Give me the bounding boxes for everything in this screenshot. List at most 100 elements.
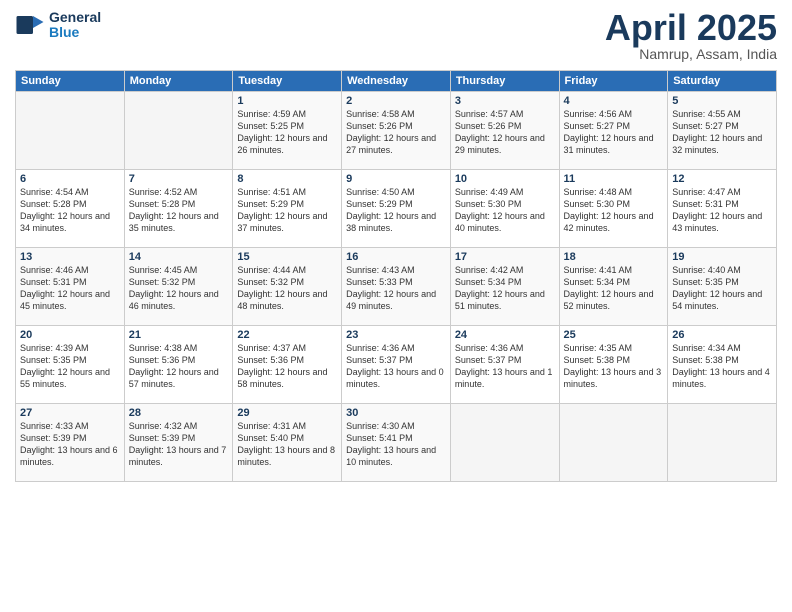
day-info: Sunrise: 4:59 AM Sunset: 5:25 PM Dayligh…	[237, 108, 337, 157]
day-number: 28	[129, 407, 229, 419]
logo: General Blue	[15, 10, 101, 41]
day-number: 14	[129, 251, 229, 263]
calendar-cell: 13Sunrise: 4:46 AM Sunset: 5:31 PM Dayli…	[16, 248, 125, 326]
logo-text: General Blue	[49, 10, 101, 41]
col-friday: Friday	[559, 71, 668, 92]
day-number: 18	[564, 251, 664, 263]
calendar-week-0: 1Sunrise: 4:59 AM Sunset: 5:25 PM Daylig…	[16, 92, 777, 170]
col-thursday: Thursday	[450, 71, 559, 92]
calendar-cell: 15Sunrise: 4:44 AM Sunset: 5:32 PM Dayli…	[233, 248, 342, 326]
day-info: Sunrise: 4:38 AM Sunset: 5:36 PM Dayligh…	[129, 342, 229, 391]
calendar-cell: 25Sunrise: 4:35 AM Sunset: 5:38 PM Dayli…	[559, 326, 668, 404]
calendar-cell: 7Sunrise: 4:52 AM Sunset: 5:28 PM Daylig…	[124, 170, 233, 248]
day-number: 24	[455, 329, 555, 341]
day-number: 30	[346, 407, 446, 419]
day-info: Sunrise: 4:35 AM Sunset: 5:38 PM Dayligh…	[564, 342, 664, 391]
day-info: Sunrise: 4:33 AM Sunset: 5:39 PM Dayligh…	[20, 420, 120, 469]
col-sunday: Sunday	[16, 71, 125, 92]
day-number: 29	[237, 407, 337, 419]
calendar-cell	[16, 92, 125, 170]
logo-icon	[15, 10, 45, 40]
day-number: 7	[129, 173, 229, 185]
day-number: 26	[672, 329, 772, 341]
calendar-cell: 5Sunrise: 4:55 AM Sunset: 5:27 PM Daylig…	[668, 92, 777, 170]
day-number: 3	[455, 95, 555, 107]
col-saturday: Saturday	[668, 71, 777, 92]
day-number: 8	[237, 173, 337, 185]
day-number: 5	[672, 95, 772, 107]
day-info: Sunrise: 4:37 AM Sunset: 5:36 PM Dayligh…	[237, 342, 337, 391]
day-info: Sunrise: 4:48 AM Sunset: 5:30 PM Dayligh…	[564, 186, 664, 235]
day-info: Sunrise: 4:58 AM Sunset: 5:26 PM Dayligh…	[346, 108, 446, 157]
calendar-cell: 9Sunrise: 4:50 AM Sunset: 5:29 PM Daylig…	[342, 170, 451, 248]
calendar-cell: 10Sunrise: 4:49 AM Sunset: 5:30 PM Dayli…	[450, 170, 559, 248]
calendar-week-1: 6Sunrise: 4:54 AM Sunset: 5:28 PM Daylig…	[16, 170, 777, 248]
day-info: Sunrise: 4:55 AM Sunset: 5:27 PM Dayligh…	[672, 108, 772, 157]
calendar-week-3: 20Sunrise: 4:39 AM Sunset: 5:35 PM Dayli…	[16, 326, 777, 404]
calendar-cell: 6Sunrise: 4:54 AM Sunset: 5:28 PM Daylig…	[16, 170, 125, 248]
day-info: Sunrise: 4:44 AM Sunset: 5:32 PM Dayligh…	[237, 264, 337, 313]
calendar-cell: 14Sunrise: 4:45 AM Sunset: 5:32 PM Dayli…	[124, 248, 233, 326]
calendar-cell: 16Sunrise: 4:43 AM Sunset: 5:33 PM Dayli…	[342, 248, 451, 326]
day-number: 10	[455, 173, 555, 185]
calendar-cell	[668, 404, 777, 482]
day-info: Sunrise: 4:39 AM Sunset: 5:35 PM Dayligh…	[20, 342, 120, 391]
day-number: 20	[20, 329, 120, 341]
col-wednesday: Wednesday	[342, 71, 451, 92]
header: General Blue April 2025 Namrup, Assam, I…	[15, 10, 777, 62]
calendar-cell: 4Sunrise: 4:56 AM Sunset: 5:27 PM Daylig…	[559, 92, 668, 170]
day-number: 9	[346, 173, 446, 185]
day-info: Sunrise: 4:36 AM Sunset: 5:37 PM Dayligh…	[346, 342, 446, 391]
day-number: 12	[672, 173, 772, 185]
calendar-cell: 27Sunrise: 4:33 AM Sunset: 5:39 PM Dayli…	[16, 404, 125, 482]
calendar-cell: 8Sunrise: 4:51 AM Sunset: 5:29 PM Daylig…	[233, 170, 342, 248]
col-tuesday: Tuesday	[233, 71, 342, 92]
calendar-cell: 21Sunrise: 4:38 AM Sunset: 5:36 PM Dayli…	[124, 326, 233, 404]
day-number: 22	[237, 329, 337, 341]
day-number: 4	[564, 95, 664, 107]
calendar-cell: 19Sunrise: 4:40 AM Sunset: 5:35 PM Dayli…	[668, 248, 777, 326]
day-info: Sunrise: 4:31 AM Sunset: 5:40 PM Dayligh…	[237, 420, 337, 469]
calendar-cell	[450, 404, 559, 482]
day-number: 2	[346, 95, 446, 107]
page-container: General Blue April 2025 Namrup, Assam, I…	[0, 0, 792, 612]
day-number: 16	[346, 251, 446, 263]
day-number: 23	[346, 329, 446, 341]
day-info: Sunrise: 4:54 AM Sunset: 5:28 PM Dayligh…	[20, 186, 120, 235]
day-info: Sunrise: 4:45 AM Sunset: 5:32 PM Dayligh…	[129, 264, 229, 313]
location: Namrup, Assam, India	[605, 46, 777, 62]
calendar-cell: 11Sunrise: 4:48 AM Sunset: 5:30 PM Dayli…	[559, 170, 668, 248]
col-monday: Monday	[124, 71, 233, 92]
day-info: Sunrise: 4:50 AM Sunset: 5:29 PM Dayligh…	[346, 186, 446, 235]
calendar-cell: 18Sunrise: 4:41 AM Sunset: 5:34 PM Dayli…	[559, 248, 668, 326]
day-info: Sunrise: 4:52 AM Sunset: 5:28 PM Dayligh…	[129, 186, 229, 235]
calendar-cell: 22Sunrise: 4:37 AM Sunset: 5:36 PM Dayli…	[233, 326, 342, 404]
day-number: 25	[564, 329, 664, 341]
calendar-cell: 29Sunrise: 4:31 AM Sunset: 5:40 PM Dayli…	[233, 404, 342, 482]
day-info: Sunrise: 4:30 AM Sunset: 5:41 PM Dayligh…	[346, 420, 446, 469]
title-block: April 2025 Namrup, Assam, India	[605, 10, 777, 62]
calendar-cell	[124, 92, 233, 170]
calendar-cell: 30Sunrise: 4:30 AM Sunset: 5:41 PM Dayli…	[342, 404, 451, 482]
calendar-cell: 1Sunrise: 4:59 AM Sunset: 5:25 PM Daylig…	[233, 92, 342, 170]
day-info: Sunrise: 4:43 AM Sunset: 5:33 PM Dayligh…	[346, 264, 446, 313]
calendar-cell: 17Sunrise: 4:42 AM Sunset: 5:34 PM Dayli…	[450, 248, 559, 326]
calendar-header-row: Sunday Monday Tuesday Wednesday Thursday…	[16, 71, 777, 92]
day-info: Sunrise: 4:36 AM Sunset: 5:37 PM Dayligh…	[455, 342, 555, 391]
day-info: Sunrise: 4:56 AM Sunset: 5:27 PM Dayligh…	[564, 108, 664, 157]
logo-blue: Blue	[49, 25, 101, 40]
calendar-cell: 12Sunrise: 4:47 AM Sunset: 5:31 PM Dayli…	[668, 170, 777, 248]
day-number: 17	[455, 251, 555, 263]
calendar-cell: 20Sunrise: 4:39 AM Sunset: 5:35 PM Dayli…	[16, 326, 125, 404]
calendar-cell: 2Sunrise: 4:58 AM Sunset: 5:26 PM Daylig…	[342, 92, 451, 170]
calendar-cell: 26Sunrise: 4:34 AM Sunset: 5:38 PM Dayli…	[668, 326, 777, 404]
day-number: 19	[672, 251, 772, 263]
day-number: 6	[20, 173, 120, 185]
day-info: Sunrise: 4:34 AM Sunset: 5:38 PM Dayligh…	[672, 342, 772, 391]
day-info: Sunrise: 4:57 AM Sunset: 5:26 PM Dayligh…	[455, 108, 555, 157]
calendar-cell: 28Sunrise: 4:32 AM Sunset: 5:39 PM Dayli…	[124, 404, 233, 482]
logo-general: General	[49, 10, 101, 25]
calendar-cell: 23Sunrise: 4:36 AM Sunset: 5:37 PM Dayli…	[342, 326, 451, 404]
calendar-cell	[559, 404, 668, 482]
day-info: Sunrise: 4:49 AM Sunset: 5:30 PM Dayligh…	[455, 186, 555, 235]
